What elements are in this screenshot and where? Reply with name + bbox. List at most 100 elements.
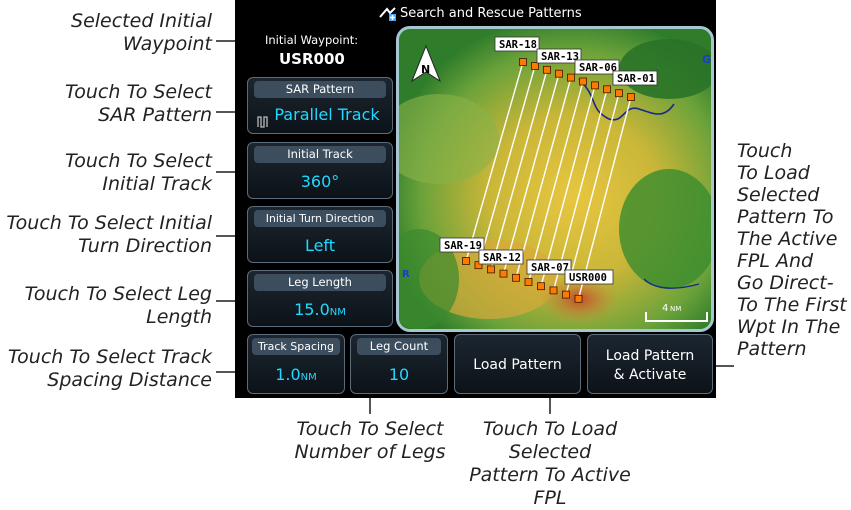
callout-line: Go Direct- bbox=[737, 272, 834, 294]
wpt-label-sar-12: SAR-12 bbox=[483, 252, 521, 264]
initial-track-button[interactable]: Initial Track 360° bbox=[247, 142, 393, 199]
turn-direction-label: Initial Turn Direction bbox=[254, 210, 386, 227]
callout-load-pattern: Touch To Load Selected Pattern To Active… bbox=[455, 418, 645, 510]
leg-length-units: NM bbox=[329, 307, 346, 318]
callout-line: Initial Track bbox=[102, 173, 212, 195]
waypoint-marker bbox=[462, 257, 470, 265]
north-label: N bbox=[421, 63, 430, 76]
waypoint-marker bbox=[549, 286, 558, 295]
initial-waypoint-label: Initial Waypoint: bbox=[265, 33, 359, 47]
sar-pattern-value: Parallel Track bbox=[274, 105, 380, 124]
track-spacing-value: 1.0 bbox=[275, 365, 301, 384]
initial-track-label: Initial Track bbox=[254, 146, 386, 163]
callout-initial-track: Touch To Select Initial Track bbox=[0, 150, 212, 196]
track-spacing-label: Track Spacing bbox=[252, 338, 340, 355]
callout-line: Touch To Load Selected bbox=[482, 418, 618, 463]
screen-title: Search and Rescue Patterns bbox=[400, 6, 582, 21]
load-pattern-label: Load Pattern bbox=[473, 357, 562, 373]
callout-line: Number of Legs bbox=[294, 441, 446, 463]
callout-line: Touch bbox=[737, 140, 793, 162]
load-activate-button[interactable]: Load Pattern & Activate bbox=[587, 334, 713, 394]
waypoint-marker bbox=[574, 294, 583, 303]
waypoint-marker bbox=[591, 81, 599, 90]
callout-line: Touch To Select Leg bbox=[24, 283, 212, 305]
initial-track-value: 360° bbox=[300, 172, 340, 191]
track-spacing-value-wrap: 1.0NM bbox=[248, 365, 344, 384]
waypoint-marker bbox=[524, 278, 533, 286]
wpt-label-sar-07: SAR-07 bbox=[531, 262, 569, 274]
leg-count-label: Leg Count bbox=[357, 338, 441, 355]
callout-line: FPL And bbox=[737, 250, 814, 272]
leg-length-label: Leg Length bbox=[254, 274, 386, 291]
map-canvas: SAR-18 SAR-13 SAR-06 SAR-01 SAR-19 SAR-1… bbox=[399, 29, 711, 329]
wpt-label-sar-01: SAR-01 bbox=[617, 73, 655, 85]
turn-direction-value: Left bbox=[304, 236, 336, 255]
wpt-label-sar-13: SAR-13 bbox=[541, 51, 579, 63]
callout-line: Length bbox=[146, 306, 212, 328]
waypoint-marker bbox=[512, 273, 520, 282]
waypoint-marker bbox=[567, 73, 575, 82]
waypoint-marker bbox=[555, 69, 563, 78]
waypoint-marker bbox=[499, 269, 508, 278]
callout-sar-pattern: Touch To Select SAR Pattern bbox=[0, 81, 212, 127]
waypoint-marker bbox=[615, 89, 623, 98]
sar-pattern-label: SAR Pattern bbox=[254, 81, 386, 98]
leg-length-button[interactable]: Leg Length 15.0NM bbox=[247, 270, 393, 327]
callout-line: To Load bbox=[737, 162, 810, 184]
callout-leg-length: Touch To Select Leg Length bbox=[0, 283, 212, 329]
scale-units: NM bbox=[670, 305, 681, 313]
initial-waypoint-value: USR000 bbox=[279, 50, 345, 68]
title-bar: Search and Rescue Patterns bbox=[235, 0, 716, 26]
sar-pattern-icon bbox=[379, 7, 396, 21]
callout-initial-waypoint: Selected Initial Waypoint bbox=[0, 10, 212, 56]
callout-line: Touch To Select bbox=[296, 418, 444, 440]
leg-count-value: 10 bbox=[388, 365, 410, 384]
load-activate-line1: Load Pattern bbox=[605, 348, 695, 364]
callout-line: Selected Initial bbox=[71, 10, 212, 32]
track-spacing-units: NM bbox=[300, 372, 317, 383]
wpt-label-sar-06: SAR-06 bbox=[579, 62, 617, 74]
load-activate-line2: & Activate bbox=[613, 367, 687, 383]
waypoint-marker bbox=[579, 77, 587, 86]
callout-line: Selected bbox=[737, 184, 820, 206]
map-view[interactable]: SAR-18 SAR-13 SAR-06 SAR-01 SAR-19 SAR-1… bbox=[396, 26, 714, 332]
track-spacing-button[interactable]: Track Spacing 1.0NM bbox=[247, 334, 345, 394]
map-marker-r: R bbox=[402, 269, 410, 280]
callout-line: Touch To Select Initial bbox=[6, 212, 212, 234]
callout-line: Pattern To bbox=[737, 206, 834, 228]
callout-line: Waypoint bbox=[122, 33, 212, 55]
callout-line: To The First bbox=[737, 294, 847, 316]
leg-length-value-wrap: 15.0NM bbox=[248, 300, 392, 319]
turn-direction-button[interactable]: Initial Turn Direction Left bbox=[247, 206, 393, 263]
load-pattern-button[interactable]: Load Pattern bbox=[454, 334, 581, 394]
callout-line: SAR Pattern bbox=[98, 104, 212, 126]
callout-load-activate: Touch To Load Selected Pattern To The Ac… bbox=[737, 140, 851, 360]
callout-line: Turn Direction bbox=[78, 235, 212, 257]
leg-count-button[interactable]: Leg Count 10 bbox=[350, 334, 448, 394]
wpt-label-usr000: USR000 bbox=[569, 272, 607, 284]
waypoint-marker bbox=[603, 85, 611, 94]
callout-leg-count: Touch To Select Number of Legs bbox=[280, 418, 460, 464]
map-marker-g: G bbox=[702, 53, 711, 66]
callout-line: Touch To Select bbox=[65, 81, 212, 103]
callout-line: Touch To Select Track bbox=[7, 346, 212, 368]
callout-line: Spacing Distance bbox=[47, 369, 212, 391]
waypoint-marker bbox=[543, 65, 551, 74]
callout-line: Pattern To Active FPL bbox=[469, 464, 631, 509]
leg-length-value: 15.0 bbox=[294, 300, 330, 319]
callout-track-spacing: Touch To Select Track Spacing Distance bbox=[0, 346, 212, 392]
callout-line: Wpt In The bbox=[737, 316, 841, 338]
callout-line: Pattern bbox=[737, 338, 807, 360]
waypoint-marker bbox=[519, 58, 527, 66]
waypoint-marker bbox=[627, 93, 635, 101]
wpt-label-sar-19: SAR-19 bbox=[444, 240, 482, 252]
callout-turn-direction: Touch To Select Initial Turn Direction bbox=[0, 212, 212, 258]
device-screen: Search and Rescue Patterns Initial Waypo… bbox=[235, 0, 716, 398]
scale-value: 4 bbox=[662, 303, 668, 314]
waypoint-marker bbox=[487, 265, 495, 274]
wpt-label-sar-18: SAR-18 bbox=[499, 39, 537, 51]
waypoint-marker bbox=[531, 62, 539, 70]
waypoint-marker bbox=[562, 290, 570, 299]
callout-line: The Active bbox=[737, 228, 838, 250]
sar-pattern-button[interactable]: SAR Pattern Parallel Track bbox=[247, 77, 393, 134]
